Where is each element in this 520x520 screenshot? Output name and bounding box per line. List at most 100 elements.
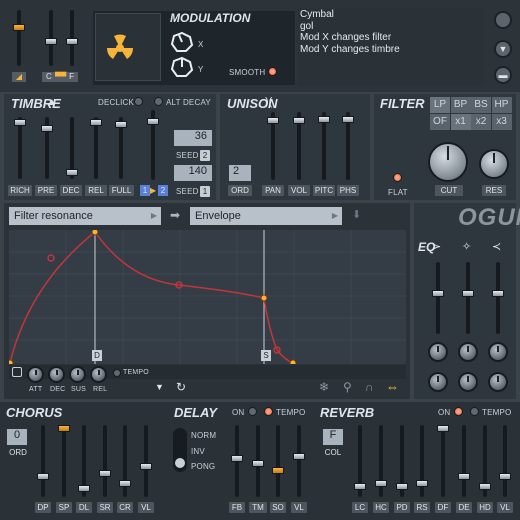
keyboard-icon[interactable]: ▬ [494, 66, 512, 84]
range-display[interactable]: C ▀▀ F [42, 72, 78, 82]
unison-ord-value[interactable]: 2 [229, 165, 251, 181]
slider-handle[interactable] [66, 38, 78, 45]
link-icon[interactable]: ⚲ [343, 380, 352, 394]
eq-mid-q-knob[interactable] [458, 372, 478, 392]
decay-marker[interactable]: D [92, 350, 102, 361]
delay-tm-slider[interactable] [252, 425, 264, 497]
full-slider[interactable] [115, 117, 127, 179]
reverb-df-slider[interactable] [437, 425, 449, 497]
seed-num-2[interactable]: 1 [200, 186, 210, 197]
filter-hp-button[interactable]: HP [491, 97, 512, 113]
filter-lp-button[interactable]: LP [430, 97, 450, 113]
slider-handle[interactable] [499, 473, 511, 480]
chorus-dl-slider[interactable] [78, 425, 90, 497]
pre-slider[interactable] [41, 117, 53, 179]
delay-so-slider[interactable] [272, 425, 284, 497]
reverb-rs-slider[interactable] [416, 425, 428, 497]
delay-vl-slider[interactable] [293, 425, 305, 497]
envelope-source-select[interactable]: Envelope ▶ [190, 207, 342, 225]
slider-track[interactable] [45, 10, 57, 66]
reverb-de-slider[interactable] [458, 425, 470, 497]
seed-value-1[interactable]: 36 [174, 130, 212, 146]
declick-led[interactable] [134, 97, 143, 106]
reset-icon[interactable]: ↻ [176, 380, 186, 394]
eq-high-q-knob[interactable] [488, 372, 508, 392]
attack-knob[interactable] [27, 366, 44, 383]
triangle-icon[interactable]: ◢ [12, 72, 26, 82]
reverb-on-led[interactable] [454, 407, 463, 416]
slider-handle[interactable] [252, 460, 264, 467]
slider-track[interactable] [66, 10, 78, 66]
seed-value-2[interactable]: 140 [174, 165, 212, 181]
decay-knob[interactable] [48, 366, 65, 383]
notes-panel[interactable]: Cymbal gol Mod X changes filter Mod Y ch… [298, 8, 484, 86]
slider-handle[interactable] [458, 473, 470, 480]
snowflake-icon[interactable]: ❄ [319, 380, 329, 394]
slider-handle[interactable] [437, 425, 449, 432]
reverb-vl-slider[interactable] [499, 425, 511, 497]
delay-mode-switch[interactable] [173, 428, 187, 472]
mod-x-knob[interactable] [170, 31, 194, 58]
tempo-led[interactable] [113, 369, 121, 377]
eq-high-freq-knob[interactable] [488, 342, 508, 362]
timbre-mix-slider[interactable] [147, 110, 159, 180]
slider-handle[interactable] [293, 453, 305, 460]
slider-handle[interactable] [58, 425, 70, 432]
reverb-pd-slider[interactable] [396, 425, 408, 497]
filter-x2-button[interactable]: x2 [471, 114, 491, 130]
eq-high-gain-slider[interactable] [492, 262, 504, 334]
slider-handle[interactable] [318, 116, 330, 123]
release-knob[interactable] [90, 366, 107, 383]
slider-handle[interactable] [375, 480, 387, 487]
slider-handle[interactable] [492, 290, 504, 297]
reverb-hc-slider[interactable] [375, 425, 387, 497]
loop-toggle[interactable] [12, 367, 22, 377]
delay-fb-slider[interactable] [231, 425, 243, 497]
slider-handle[interactable] [14, 119, 26, 126]
magnet-icon[interactable]: ∩ [365, 380, 374, 394]
dropdown-icon[interactable]: ▼ [155, 382, 164, 392]
filter-bs-button[interactable]: BS [471, 97, 491, 113]
filter-bp-button[interactable]: BP [450, 97, 471, 113]
slider-handle[interactable] [354, 483, 366, 490]
slider-handle[interactable] [119, 480, 131, 487]
flat-led[interactable] [393, 173, 402, 182]
rich-slider[interactable] [14, 117, 26, 179]
slider-handle[interactable] [37, 473, 49, 480]
reverb-lc-slider[interactable] [354, 425, 366, 497]
arrow-down-icon[interactable]: ⬇ [352, 208, 361, 221]
eq-low-q-knob[interactable] [428, 372, 448, 392]
slider-handle[interactable] [342, 116, 354, 123]
slider-handle[interactable] [78, 485, 90, 492]
chorus-cr-slider[interactable] [119, 425, 131, 497]
browse-presets-icon[interactable] [494, 11, 512, 29]
reverb-tempo-led[interactable] [470, 407, 479, 416]
dropdown-menu-icon[interactable]: ▼ [494, 40, 512, 58]
envelope-graph[interactable]: D S [6, 228, 406, 367]
timbre-selector[interactable]: 1 ▶ 2 [140, 185, 168, 196]
sustain-knob[interactable] [69, 366, 86, 383]
slider-handle[interactable] [115, 121, 127, 128]
delay-tempo-led[interactable] [264, 407, 273, 416]
eq-mid-freq-knob[interactable] [458, 342, 478, 362]
chorus-vl-slider[interactable] [140, 425, 152, 497]
slider-handle[interactable] [45, 38, 57, 45]
slider-handle[interactable] [293, 117, 305, 124]
envelope-target-select[interactable]: Filter resonance ▶ [9, 207, 161, 225]
timbre-select-1[interactable]: 1 [140, 185, 150, 196]
filter-x3-button[interactable]: x3 [491, 114, 512, 130]
slider-handle[interactable] [147, 118, 159, 125]
slider-handle[interactable] [231, 455, 243, 462]
unison-pitch-slider[interactable] [318, 112, 330, 180]
chorus-ord-value[interactable]: 0 [7, 429, 27, 445]
alt-decay-led[interactable] [154, 97, 163, 106]
smooth-led[interactable] [268, 67, 277, 76]
slider-handle[interactable] [267, 117, 279, 124]
slider-handle[interactable] [462, 290, 474, 297]
delay-mode-norm[interactable]: NORM [191, 431, 216, 440]
modulation-xy-pad[interactable] [95, 13, 161, 81]
slider-handle[interactable] [13, 24, 25, 31]
delay-on-led[interactable] [248, 407, 257, 416]
rel-slider[interactable] [90, 117, 102, 179]
filter-x1-button[interactable]: x1 [450, 114, 471, 130]
